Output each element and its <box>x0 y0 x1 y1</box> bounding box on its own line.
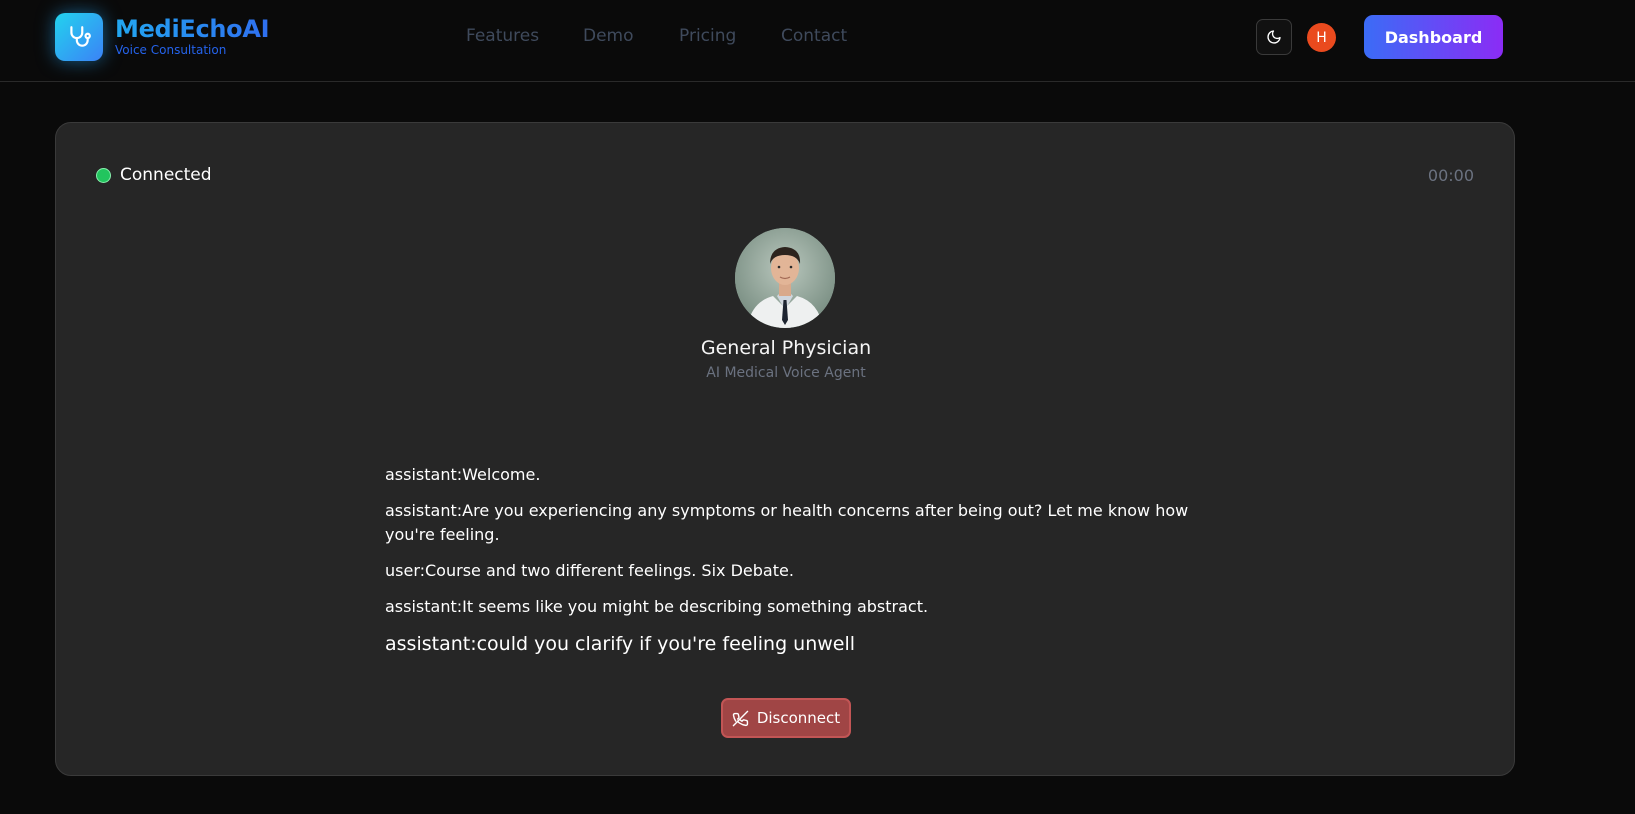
live-transcript-message: assistant:could you clarify if you're fe… <box>385 633 856 655</box>
nav-link-pricing[interactable]: Pricing <box>679 26 736 46</box>
user-avatar[interactable]: H <box>1307 23 1336 52</box>
phone-off-icon <box>732 710 749 726</box>
transcript-message: assistant:Welcome. <box>385 465 541 484</box>
stethoscope-icon <box>70 26 91 47</box>
disconnect-label: Disconnect <box>756 709 841 727</box>
doctor-portrait-image <box>735 228 835 328</box>
brand-tagline: Voice Consultation <box>115 43 227 57</box>
agent-name: General Physician <box>700 337 872 359</box>
dashboard-button[interactable]: Dashboard <box>1364 15 1503 59</box>
nav-link-contact[interactable]: Contact <box>781 26 847 46</box>
moon-icon <box>1267 30 1281 44</box>
status-indicator-dot <box>96 167 111 183</box>
disconnect-button[interactable]: Disconnect <box>721 698 851 738</box>
top-navbar: MediEchoAI Voice Consultation Features D… <box>0 0 1635 82</box>
theme-toggle-button[interactable] <box>1256 19 1292 55</box>
call-timer: 00:00 <box>1427 166 1474 185</box>
consultation-card: Connected 00:00 General Physician AI Med… <box>55 122 1515 776</box>
logo[interactable] <box>55 13 103 61</box>
connection-status: Connected <box>96 165 212 185</box>
status-label: Connected <box>120 165 212 185</box>
transcript-list: assistant:Welcome. assistant:Are you exp… <box>385 463 1205 669</box>
transcript-message: assistant:It seems like you might be des… <box>385 597 929 616</box>
brand-name[interactable]: MediEchoAI <box>115 15 270 43</box>
agent-role: AI Medical Voice Agent <box>706 365 866 381</box>
transcript-message: user:Course and two different feelings. … <box>385 561 794 580</box>
agent-avatar <box>735 228 835 328</box>
transcript-message: assistant:Are you experiencing any sympt… <box>385 501 1189 544</box>
nav-link-demo[interactable]: Demo <box>583 26 634 46</box>
nav-link-features[interactable]: Features <box>466 26 539 46</box>
